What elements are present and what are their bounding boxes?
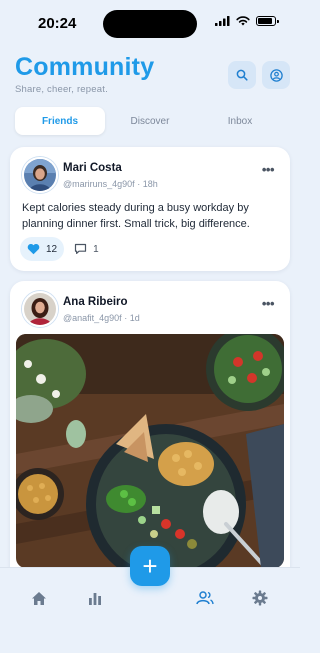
post-header: Mari Costa @mariruns_4g90f · 18h ••• — [10, 147, 290, 202]
post-time: 18h — [142, 179, 158, 189]
tab-inbox[interactable]: Inbox — [195, 107, 285, 135]
post-time: 1d — [129, 313, 140, 323]
author-handle: @mariruns_4g90f — [63, 179, 135, 189]
wifi-icon — [236, 16, 250, 26]
post-card: Ana Ribeiro @anafit_4g90f · 1d ••• — [10, 281, 290, 581]
status-icons — [215, 16, 279, 26]
status-bar: 20:24 — [0, 0, 300, 46]
avatar[interactable] — [22, 291, 58, 327]
comment-button[interactable]: 1 — [74, 243, 99, 255]
tab-discover[interactable]: Discover — [105, 107, 195, 135]
add-post-button[interactable]: + — [130, 546, 170, 586]
author-name[interactable]: Ana Ribeiro — [63, 296, 128, 308]
search-icon — [236, 69, 248, 81]
page-subtitle: Share, cheer, repeat. — [15, 84, 108, 95]
author-name[interactable]: Mari Costa — [63, 162, 122, 174]
user-circle-icon — [269, 68, 283, 82]
like-button[interactable]: 12 — [20, 237, 65, 261]
avatar[interactable] — [22, 157, 58, 193]
tab-friends[interactable]: Friends — [15, 107, 105, 135]
post-image[interactable] — [16, 334, 284, 568]
bar-chart-icon — [89, 593, 101, 605]
page-header: Community Share, cheer, repeat. — [15, 53, 154, 95]
comment-count: 1 — [93, 243, 99, 255]
nav-settings[interactable] — [248, 588, 272, 608]
comment-icon — [75, 243, 87, 254]
more-options-icon[interactable]: ••• — [262, 296, 275, 311]
post-card: Mari Costa @mariruns_4g90f · 18h ••• Kep… — [10, 147, 290, 271]
nav-home[interactable] — [27, 588, 51, 608]
search-button[interactable] — [228, 61, 256, 89]
post-meta: @mariruns_4g90f · 18h — [63, 179, 158, 189]
gear-icon — [252, 590, 268, 606]
post-header: Ana Ribeiro @anafit_4g90f · 1d ••• — [10, 281, 290, 336]
header-actions — [228, 61, 290, 89]
dynamic-island — [103, 10, 197, 38]
page-title: Community — [15, 53, 155, 81]
post-actions: 12 1 — [20, 237, 99, 261]
heart-icon — [27, 243, 40, 255]
home-icon — [32, 591, 46, 605]
users-icon — [196, 591, 214, 605]
like-count: 12 — [46, 243, 58, 255]
post-meta: @anafit_4g90f · 1d — [63, 313, 140, 323]
post-text: Kept calories steady during a busy workd… — [22, 202, 250, 230]
nav-community[interactable] — [193, 588, 217, 608]
segmented-tabs: Friends Discover Inbox — [15, 107, 285, 137]
battery-icon — [256, 16, 279, 26]
more-options-icon[interactable]: ••• — [262, 162, 275, 177]
profile-button[interactable] — [262, 61, 290, 89]
signal-icon — [215, 16, 230, 26]
nav-stats[interactable] — [83, 588, 107, 608]
author-handle: @anafit_4g90f — [63, 313, 122, 323]
status-time: 20:24 — [38, 15, 77, 32]
